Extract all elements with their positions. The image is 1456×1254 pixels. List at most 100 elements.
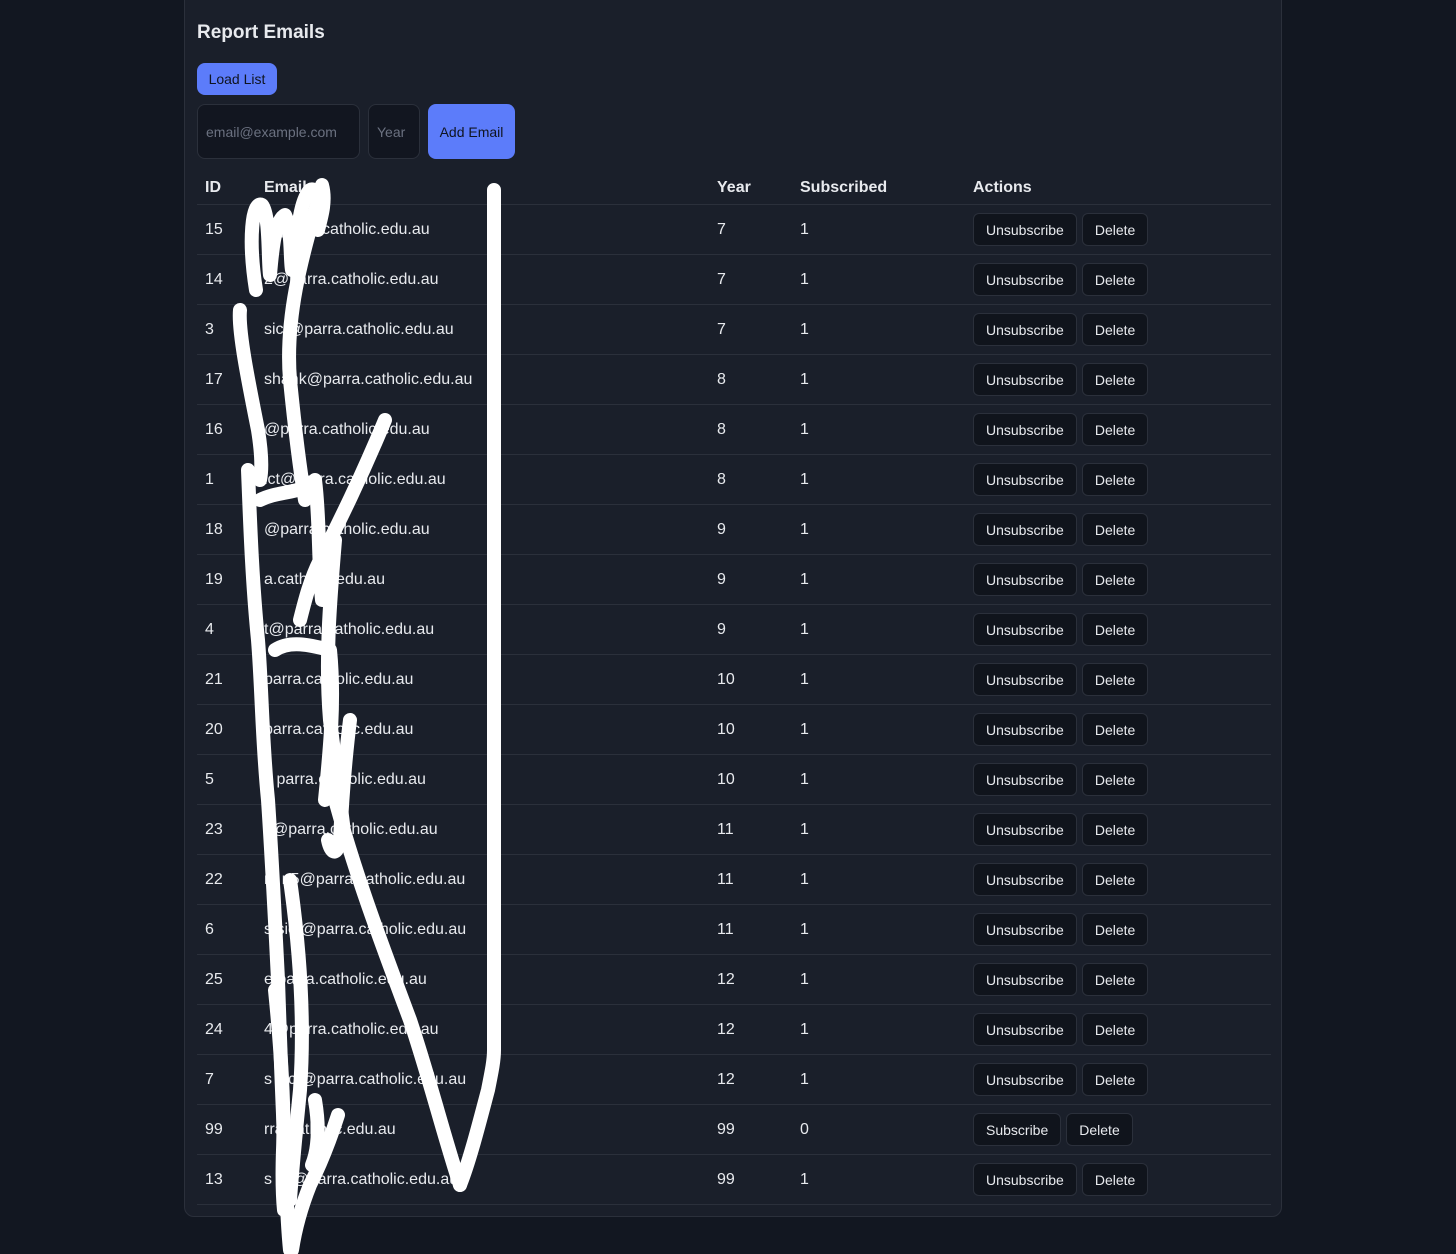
- cell-subscribed: 1: [800, 671, 809, 688]
- email-input[interactable]: [197, 104, 360, 159]
- cell-email: shank@parra.catholic.edu.au: [264, 371, 473, 388]
- delete-button[interactable]: Delete: [1066, 1113, 1133, 1146]
- cell-subscribed: 1: [800, 871, 809, 888]
- cell-id: 5: [205, 771, 214, 788]
- delete-button[interactable]: Delete: [1081, 963, 1149, 996]
- cell-subscribed: 1: [800, 771, 809, 788]
- load-list-button[interactable]: Load List: [197, 63, 277, 95]
- unsubscribe-button[interactable]: Unsubscribe: [973, 563, 1077, 596]
- cell-subscribed: 1: [800, 421, 809, 438]
- row-actions: Unsubscribe Delete: [973, 463, 1149, 496]
- delete-button[interactable]: Delete: [1081, 1063, 1149, 1096]
- unsubscribe-button[interactable]: Unsubscribe: [973, 763, 1077, 796]
- table-row: 20 parra.catholic.edu.au 10 1 Unsubscrib…: [197, 705, 1271, 755]
- unsubscribe-button[interactable]: Unsubscribe: [973, 713, 1077, 746]
- cell-subscribed: 1: [800, 1021, 809, 1038]
- delete-button[interactable]: Delete: [1081, 213, 1149, 246]
- delete-button[interactable]: Delete: [1081, 563, 1149, 596]
- unsubscribe-button[interactable]: Unsubscribe: [973, 1163, 1077, 1196]
- table-row: 7 s sict@parra.catholic.edu.au 12 1 Unsu…: [197, 1055, 1271, 1105]
- cell-subscribed: 1: [800, 221, 809, 238]
- delete-button[interactable]: Delete: [1081, 913, 1149, 946]
- unsubscribe-button[interactable]: Unsubscribe: [973, 1013, 1077, 1046]
- cell-year: 7: [717, 271, 726, 288]
- subscribe-button[interactable]: Subscribe: [973, 1113, 1062, 1146]
- cell-year: 7: [717, 221, 726, 238]
- unsubscribe-button[interactable]: Unsubscribe: [973, 513, 1077, 546]
- cell-year: 99: [717, 1121, 735, 1138]
- cell-year: 8: [717, 421, 726, 438]
- delete-button[interactable]: Delete: [1081, 763, 1149, 796]
- delete-button[interactable]: Delete: [1081, 413, 1149, 446]
- year-input[interactable]: [368, 104, 420, 159]
- delete-button[interactable]: Delete: [1081, 813, 1149, 846]
- unsubscribe-button[interactable]: Unsubscribe: [973, 863, 1077, 896]
- delete-button[interactable]: Delete: [1081, 463, 1149, 496]
- column-header-subscribed: Subscribed: [800, 179, 888, 196]
- delete-button[interactable]: Delete: [1081, 263, 1149, 296]
- delete-button[interactable]: Delete: [1081, 663, 1149, 696]
- add-email-button[interactable]: Add Email: [428, 104, 515, 159]
- table-row: 14 2@parra.catholic.edu.au 7 1 Unsubscri…: [197, 255, 1271, 305]
- unsubscribe-button[interactable]: Unsubscribe: [973, 913, 1077, 946]
- cell-year: 8: [717, 371, 726, 388]
- cell-email: s sict@parra.catholic.edu.au: [264, 921, 467, 938]
- cell-id: 15: [205, 221, 223, 238]
- delete-button[interactable]: Delete: [1081, 313, 1149, 346]
- cell-email: @parra.catholic.edu.au: [264, 421, 430, 438]
- cell-year: 12: [717, 1071, 735, 1088]
- cell-year: 11: [717, 821, 734, 838]
- table-row: 99 rra.catholic.edu.au 99 0 Subscribe De…: [197, 1105, 1271, 1155]
- row-actions: Unsubscribe Delete: [973, 213, 1149, 246]
- cell-email: 4@parra.catholic.edu.au: [264, 1021, 439, 1038]
- page-title: Report Emails: [197, 22, 325, 43]
- row-actions: Unsubscribe Delete: [973, 263, 1149, 296]
- cell-year: 9: [717, 571, 726, 588]
- delete-button[interactable]: Delete: [1081, 1013, 1149, 1046]
- cell-subscribed: 1: [800, 1071, 809, 1088]
- unsubscribe-button[interactable]: Unsubscribe: [973, 663, 1077, 696]
- cell-subscribed: 1: [800, 971, 809, 988]
- unsubscribe-button[interactable]: Unsubscribe: [973, 413, 1077, 446]
- delete-button[interactable]: Delete: [1081, 363, 1149, 396]
- unsubscribe-button[interactable]: Unsubscribe: [973, 463, 1077, 496]
- cell-subscribed: 1: [800, 521, 809, 538]
- cell-id: 6: [205, 921, 214, 938]
- delete-button[interactable]: Delete: [1081, 613, 1149, 646]
- unsubscribe-button[interactable]: Unsubscribe: [973, 1063, 1077, 1096]
- unsubscribe-button[interactable]: Unsubscribe: [973, 213, 1077, 246]
- cell-id: 1: [205, 471, 214, 488]
- cell-year: 11: [717, 871, 734, 888]
- row-actions: Unsubscribe Delete: [973, 1063, 1149, 1096]
- cell-year: 10: [717, 671, 735, 688]
- column-header-actions: Actions: [973, 179, 1032, 196]
- unsubscribe-button[interactable]: Unsubscribe: [973, 363, 1077, 396]
- row-actions: Unsubscribe Delete: [973, 313, 1149, 346]
- delete-button[interactable]: Delete: [1081, 863, 1149, 896]
- cell-id: 17: [205, 371, 223, 388]
- cell-email: s ict@parra.catholic.edu.au: [264, 1171, 459, 1188]
- cell-subscribed: 1: [800, 721, 809, 738]
- unsubscribe-button[interactable]: Unsubscribe: [973, 263, 1077, 296]
- cell-id: 7: [205, 1071, 214, 1088]
- unsubscribe-button[interactable]: Unsubscribe: [973, 613, 1077, 646]
- unsubscribe-button[interactable]: Unsubscribe: [973, 313, 1077, 346]
- cell-email: rra.catholic.edu.au: [264, 1121, 396, 1138]
- row-actions: Unsubscribe Delete: [973, 713, 1149, 746]
- cell-subscribed: 1: [800, 471, 809, 488]
- cell-subscribed: 1: [800, 571, 809, 588]
- table-row: 5 s parra.catholic.edu.au 10 1 Unsubscri…: [197, 755, 1271, 805]
- unsubscribe-button[interactable]: Unsubscribe: [973, 813, 1077, 846]
- delete-button[interactable]: Delete: [1081, 1163, 1149, 1196]
- table-row: 4 t@parra.catholic.edu.au 9 1 Unsubscrib…: [197, 605, 1271, 655]
- row-actions: Unsubscribe Delete: [973, 963, 1149, 996]
- table-row: 24 4@parra.catholic.edu.au 12 1 Unsubscr…: [197, 1005, 1271, 1055]
- cell-id: 23: [205, 821, 223, 838]
- delete-button[interactable]: Delete: [1081, 513, 1149, 546]
- cell-email: parra.catholic.edu.au: [264, 671, 414, 688]
- row-actions: Unsubscribe Delete: [973, 363, 1149, 396]
- cell-id: 21: [205, 671, 223, 688]
- unsubscribe-button[interactable]: Unsubscribe: [973, 963, 1077, 996]
- delete-button[interactable]: Delete: [1081, 713, 1149, 746]
- table-row: 1 ict@parra.catholic.edu.au 8 1 Unsubscr…: [197, 455, 1271, 505]
